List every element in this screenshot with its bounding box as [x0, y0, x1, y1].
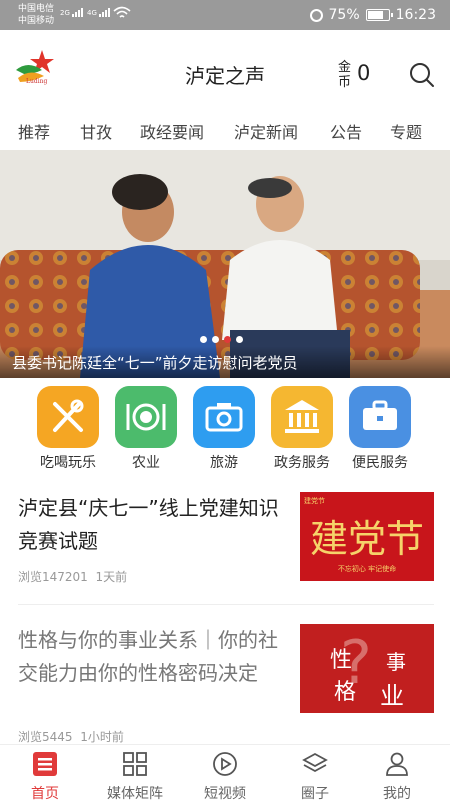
carousel-dot[interactable] — [236, 336, 243, 343]
camera-icon — [193, 386, 255, 448]
nav-label: 我的 — [383, 786, 411, 802]
tab-special[interactable]: 专题 — [390, 119, 422, 143]
quick-link-convenience[interactable]: 便民服务 — [340, 386, 420, 472]
nav-label: 媒体矩阵 — [107, 786, 163, 802]
article-views: 浏览147201 — [18, 570, 88, 584]
nav-mine[interactable]: 我的 — [352, 751, 442, 803]
article-item[interactable]: 泸定县“庆七一”线上党建知识竞赛试题 浏览147201 1天前 建党节 建党节 … — [18, 492, 434, 592]
tab-ganzi[interactable]: 甘孜 — [80, 119, 112, 143]
nav-media-matrix[interactable]: 媒体矩阵 — [90, 751, 180, 803]
nav-short-video[interactable]: 短视频 — [180, 751, 270, 803]
quick-link-label: 便民服务 — [352, 455, 408, 471]
status-right: 75% 16:23 — [309, 7, 436, 23]
article-views: 浏览5445 — [18, 730, 73, 744]
article-meta: 浏览147201 1天前 — [18, 568, 127, 585]
briefcase-icon — [349, 386, 411, 448]
thumb-footer: 不忘初心 牢记使命 — [337, 565, 397, 573]
thumb-char: 格 — [334, 680, 357, 705]
article-title: 性格与你的事业关系｜你的社交能力由你的性格密码决定 — [18, 628, 278, 685]
quick-link-label: 政务服务 — [274, 455, 330, 471]
alarm-icon — [309, 8, 323, 22]
quick-links: 吃喝玩乐 农业 旅游 政务服务 便民服务 — [0, 378, 450, 478]
tab-notice[interactable]: 公告 — [330, 119, 362, 143]
utensils-icon — [37, 386, 99, 448]
article-item[interactable]: 性格与你的事业关系｜你的社交能力由你的性格密码决定 浏览5445 1小时前 ? … — [18, 624, 434, 744]
wifi-icon — [113, 6, 131, 18]
carrier-2: 中国移动 — [18, 16, 55, 26]
play-icon — [213, 752, 237, 776]
article-time: 1小时前 — [80, 730, 124, 744]
signal-2-icon: 4G — [87, 8, 111, 17]
nav-label: 短视频 — [204, 786, 246, 802]
article-time: 1天前 — [95, 570, 128, 584]
net-type-2: 4G — [87, 9, 97, 17]
thumb-char: 业 — [380, 682, 404, 710]
search-icon[interactable] — [409, 62, 435, 88]
signal-1-icon: 2G — [60, 8, 84, 17]
thumb-char: 事 — [386, 650, 406, 674]
home-icon — [33, 752, 57, 776]
thumb-badge: 建党节 — [304, 497, 325, 505]
tab-politics[interactable]: 政经要闻 — [140, 119, 204, 143]
nav-home[interactable]: 首页 — [0, 751, 90, 803]
coin-value[interactable]: 0 — [357, 61, 370, 85]
coin-label: 金币 — [338, 60, 352, 90]
quick-link-travel[interactable]: 旅游 — [184, 386, 264, 472]
bottom-nav: 首页 媒体矩阵 短视频 圈子 我的 — [0, 744, 450, 803]
net-type-1: 2G — [60, 9, 70, 17]
carousel-dot[interactable] — [200, 336, 207, 343]
carrier-1: 中国电信 — [18, 4, 55, 14]
clock: 16:23 — [395, 7, 436, 23]
quick-link-food[interactable]: 吃喝玩乐 — [28, 386, 108, 472]
carousel-dot[interactable] — [212, 336, 219, 343]
divider — [18, 604, 434, 605]
article-thumbnail: ? 性 格 事 业 — [300, 624, 434, 713]
battery-icon — [365, 9, 393, 21]
app-header: Luding 泸定之声 金币 0 — [0, 30, 450, 104]
quick-link-label: 吃喝玩乐 — [40, 455, 96, 471]
article-meta: 浏览5445 1小时前 — [18, 728, 124, 745]
thumb-headline: 建党节 — [309, 517, 424, 561]
tab-luding-news[interactable]: 泸定新闻 — [234, 119, 298, 143]
banner-caption-text: 县委书记陈廷全“七一”前夕走访慰问老党员 — [12, 354, 298, 372]
article-title: 泸定县“庆七一”线上党建知识竞赛试题 — [18, 496, 279, 553]
article-thumbnail: 建党节 建党节 不忘初心 牢记使命 — [300, 492, 434, 581]
page-title: 泸定之声 — [185, 64, 265, 88]
nav-label: 圈子 — [301, 786, 329, 802]
category-tabs: 推荐 甘孜 政经要闻 泸定新闻 公告 专题 — [0, 104, 450, 150]
quick-link-agriculture[interactable]: 农业 — [106, 386, 186, 472]
status-bar: 中国电信 中国移动 2G 4G 75% 16:23 — [0, 0, 450, 30]
quick-link-government[interactable]: 政务服务 — [262, 386, 342, 472]
banner-carousel[interactable]: 县委书记陈廷全“七一”前夕走访慰问老党员 — [0, 150, 450, 378]
layers-icon — [302, 752, 328, 773]
banner-image — [0, 150, 450, 378]
quick-link-label: 农业 — [132, 455, 160, 471]
battery-percent: 75% — [328, 7, 360, 23]
banner-caption: 县委书记陈廷全“七一”前夕走访慰问老党员 — [0, 346, 450, 378]
carousel-dots — [200, 336, 243, 343]
government-building-icon — [271, 386, 333, 448]
quick-link-label: 旅游 — [210, 455, 238, 471]
tab-recommend[interactable]: 推荐 — [18, 119, 50, 143]
thumb-char: 性 — [330, 648, 353, 673]
plate-icon — [115, 386, 177, 448]
nav-circle[interactable]: 圈子 — [270, 751, 360, 803]
carrier-info: 中国电信 中国移动 — [18, 3, 54, 27]
grid-icon — [123, 752, 147, 776]
user-icon — [386, 752, 408, 776]
carousel-dot-active[interactable] — [224, 336, 231, 343]
nav-label: 首页 — [31, 786, 59, 802]
